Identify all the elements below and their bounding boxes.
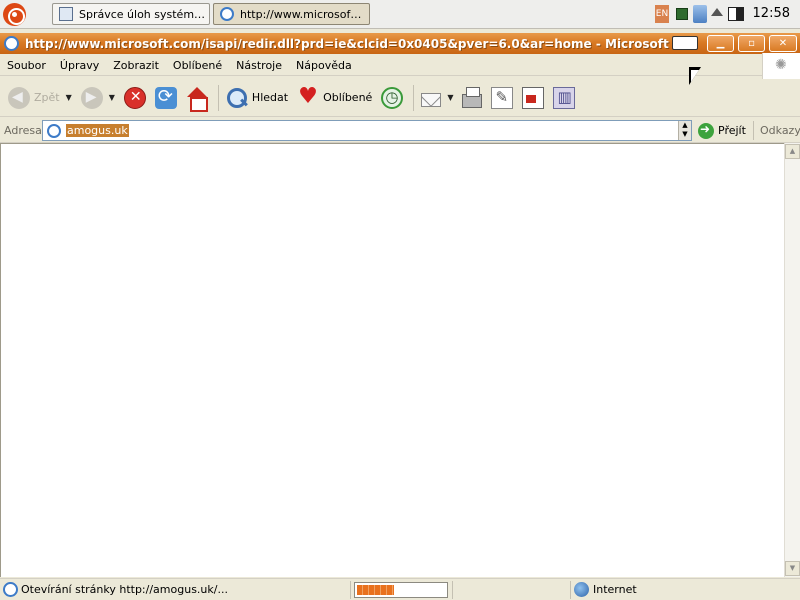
toolbar-separator: [413, 84, 415, 111]
address-input[interactable]: amogus.uk ▲ ▼: [42, 120, 692, 141]
loading-throbber-icon: [762, 53, 800, 79]
close-button[interactable]: ✕: [769, 35, 797, 52]
taskbar-item-label: http://www.microsof…: [240, 7, 362, 21]
vertical-scrollbar[interactable]: ▲ ▼: [784, 143, 800, 577]
taskbar-item-label: Správce úloh systém…: [79, 7, 206, 21]
home-icon: [186, 86, 208, 112]
window-title: http://www.microsoft.com/isapi/redir.dll…: [25, 36, 690, 51]
forward-arrow-icon: [80, 86, 103, 109]
print-button[interactable]: [459, 83, 485, 113]
security-zone-label: Internet: [593, 583, 637, 596]
address-label: Adresa: [4, 124, 42, 137]
scroll-up-button[interactable]: ▲: [785, 144, 800, 159]
back-label: Zpět: [34, 91, 60, 104]
search-label: Hledat: [251, 91, 289, 104]
refresh-icon: [154, 86, 177, 109]
menu-view[interactable]: Zobrazit: [106, 59, 166, 72]
mail-dropdown-icon[interactable]: ▼: [447, 93, 453, 102]
search-button[interactable]: Hledat: [223, 83, 291, 113]
research-button[interactable]: [550, 83, 578, 113]
status-divider: [350, 581, 351, 599]
favorites-button[interactable]: Oblíbené: [294, 83, 375, 113]
page-icon: [47, 124, 61, 138]
history-icon: [381, 86, 404, 109]
discuss-icon: [522, 86, 545, 109]
mouse-cursor-icon: [689, 67, 701, 85]
status-text: Otevírání stránky http://amogus.uk/...: [21, 583, 228, 596]
window-titlebar[interactable]: http://www.microsoft.com/isapi/redir.dll…: [0, 33, 800, 54]
menu-edit[interactable]: Úpravy: [53, 59, 106, 72]
favorites-heart-icon: [297, 84, 319, 109]
top-panel: Správce úloh systém… http://www.microsof…: [0, 0, 800, 29]
stop-button[interactable]: [121, 83, 149, 113]
forward-button[interactable]: ▼: [78, 83, 118, 113]
refresh-button[interactable]: [152, 83, 180, 113]
discuss-button[interactable]: [519, 83, 547, 113]
clock[interactable]: 12:58: [753, 6, 790, 21]
scroll-down-button[interactable]: ▼: [785, 561, 800, 576]
ubuntu-menu-icon[interactable]: [3, 3, 26, 26]
history-button[interactable]: [378, 83, 406, 113]
go-button[interactable]: Přejít: [698, 121, 746, 140]
window-shade-icon[interactable]: [672, 36, 698, 50]
status-bar: Otevírání stránky http://amogus.uk/... I…: [0, 578, 800, 600]
page-content[interactable]: [0, 143, 800, 577]
minimize-button[interactable]: ▁: [707, 35, 734, 52]
network-icon[interactable]: [693, 5, 707, 23]
mail-icon: [421, 92, 442, 107]
taskbar-item-task-manager[interactable]: Správce úloh systém…: [52, 3, 210, 25]
menu-file[interactable]: Soubor: [0, 59, 53, 72]
menu-tools[interactable]: Nástroje: [229, 59, 289, 72]
edit-button[interactable]: [488, 83, 516, 113]
progress-bar: [354, 582, 448, 598]
home-button[interactable]: [183, 83, 211, 113]
taskbar-item-internet-explorer[interactable]: http://www.microsof…: [213, 3, 370, 25]
page-loading-icon: [3, 582, 18, 597]
address-dropdown-button[interactable]: ▲ ▼: [678, 121, 691, 140]
forward-dropdown-icon[interactable]: ▼: [109, 93, 115, 102]
menu-bar: Soubor Úpravy Zobrazit Oblíbené Nástroje…: [0, 56, 800, 76]
menu-help[interactable]: Nápověda: [289, 59, 359, 72]
ie-icon: [220, 7, 234, 21]
back-arrow-icon: [8, 86, 30, 109]
internet-zone-globe-icon: [574, 582, 589, 597]
links-toolbar-button[interactable]: Odkazy: [753, 121, 800, 140]
address-bar: Adresa amogus.uk ▲▼ Přejít Odkazy: [0, 118, 800, 143]
favorites-label: Oblíbené: [323, 91, 373, 104]
status-divider: [570, 581, 571, 599]
stop-icon: [123, 86, 146, 109]
go-label: Přejít: [718, 124, 746, 137]
back-dropdown-icon[interactable]: ▼: [66, 93, 72, 102]
search-icon: [226, 87, 248, 109]
address-value[interactable]: amogus.uk: [66, 124, 129, 137]
status-divider: [452, 581, 453, 599]
system-monitor-icon[interactable]: [676, 8, 688, 20]
research-icon: [553, 86, 576, 109]
menu-favorites[interactable]: Oblíbené: [166, 59, 229, 72]
back-button[interactable]: Zpět ▼: [5, 83, 75, 113]
eject-icon[interactable]: [711, 8, 723, 16]
keyboard-layout-indicator[interactable]: EN: [655, 5, 669, 23]
ie-icon[interactable]: [4, 36, 19, 51]
print-icon: [462, 86, 483, 108]
mail-button[interactable]: ▼: [418, 83, 456, 113]
progress-fill: [357, 585, 394, 595]
task-manager-icon: [59, 7, 73, 21]
go-arrow-icon: [698, 122, 714, 139]
battery-icon[interactable]: [728, 7, 744, 21]
toolbar-separator: [217, 84, 219, 111]
standard-toolbar: Zpět ▼ ▼ Hledat Oblíbené ▼: [0, 79, 800, 117]
edit-icon: [491, 86, 514, 109]
maximize-button[interactable]: ▫: [738, 35, 765, 52]
